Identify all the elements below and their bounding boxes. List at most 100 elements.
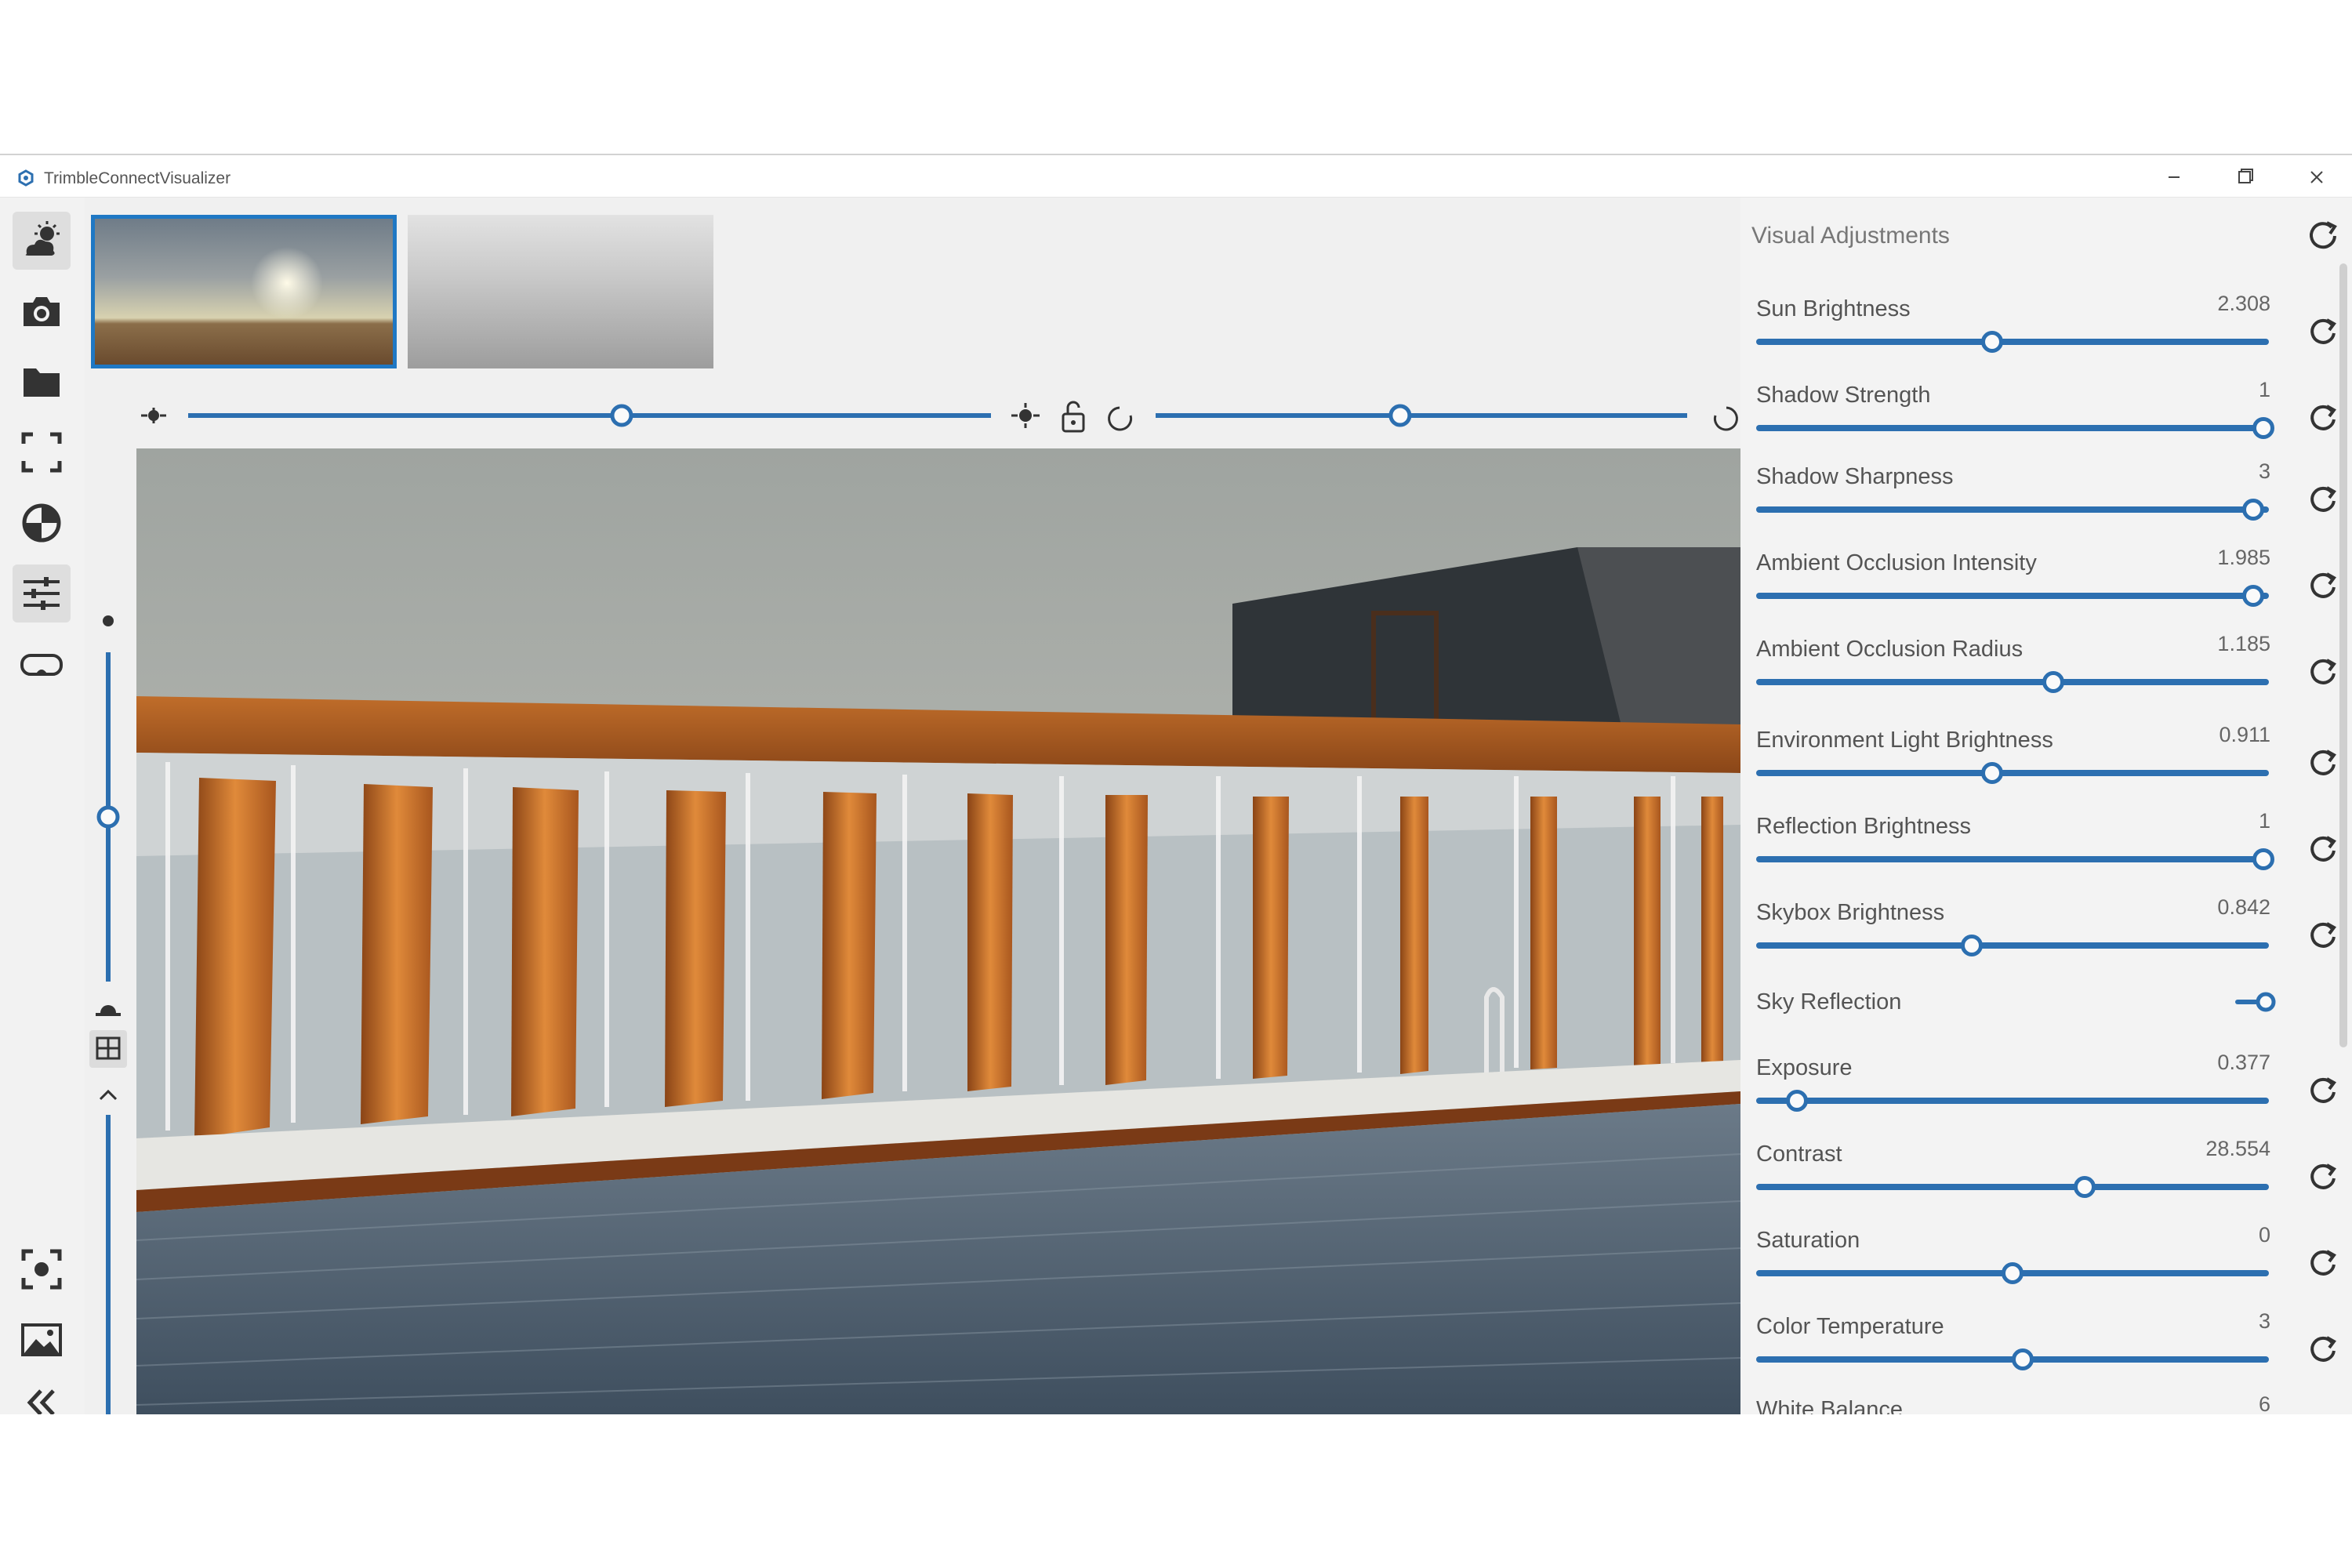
adjustment-contrast: Contrast 28.554 [1756,1137,2336,1220]
rotate-right-icon[interactable] [1713,406,1738,431]
contrast-icon [22,503,61,543]
adjustment-skybox-brightness: Skybox Brightness 0.842 [1756,895,2336,978]
reset-icon[interactable] [2305,919,2341,955]
lock-icon[interactable] [1062,401,1085,433]
adjustment-slider-track[interactable] [1756,856,2269,862]
adjustment-label: Environment Light Brightness [1756,728,2053,753]
sun-position-thumb[interactable] [610,404,633,427]
adjustments-tool-button[interactable] [13,564,71,622]
reset-icon[interactable] [2305,483,2341,519]
close-button[interactable] [2297,163,2336,191]
adjustment-slider-thumb[interactable] [1980,331,2003,353]
adjustment-slider-thumb[interactable] [2012,1348,2034,1370]
contrast-tool-button[interactable] [13,494,71,552]
image-icon [21,1323,62,1356]
panel-title: Visual Adjustments [1751,223,1950,249]
rotation-thumb[interactable] [1388,404,1412,427]
skybox-thumbnail-grey[interactable] [408,215,713,368]
adjustment-value: 6 [2258,1392,2270,1414]
reset-icon[interactable] [2305,655,2341,691]
adjustment-sun-brightness: Sun Brightness 2.308 [1756,292,2336,375]
3d-viewport[interactable] [136,448,1740,1414]
adjustment-value: 0.842 [2217,895,2270,919]
maximize-button[interactable] [2225,163,2264,191]
focus-tool-button[interactable] [13,1240,71,1298]
reset-icon[interactable] [2305,569,2341,605]
grid-view-button[interactable] [89,1030,127,1068]
adjustment-slider-track[interactable] [1756,339,2269,345]
adjustment-label: Saturation [1756,1228,1860,1253]
adjustment-slider-thumb[interactable] [2252,848,2275,870]
adjustment-label: Ambient Occlusion Radius [1756,637,2024,662]
skybox-thumbnail-sunny[interactable] [91,215,397,368]
vr-tool-button[interactable] [13,635,71,693]
adjustment-label: Shadow Strength [1756,383,1931,408]
adjustment-ambient-occlusion-radius: Ambient Occlusion Radius 1.185 [1756,632,2336,715]
adjustment-slider-thumb[interactable] [1786,1090,1809,1112]
reset-icon[interactable] [2305,401,2341,437]
adjustment-ambient-occlusion-intensity: Ambient Occlusion Intensity 1.985 [1756,546,2336,629]
camera-icon [24,297,60,326]
collapse-toolbar-button[interactable] [13,1374,71,1414]
sun-left-icon [141,408,166,423]
folder-icon [24,368,60,397]
adjustment-slider-thumb[interactable] [1980,762,2003,784]
adjustment-slider-track[interactable] [1756,1098,2269,1104]
sun-height-thumb[interactable] [96,805,120,829]
adjustment-slider-track[interactable] [1756,942,2269,949]
adjustment-label: Shadow Sharpness [1756,464,1954,489]
adjustment-slider-track[interactable] [1756,593,2269,599]
adjustment-label: Sky Reflection [1756,989,1902,1014]
fullscreen-tool-button[interactable] [13,423,71,481]
reset-icon[interactable] [2305,1074,2341,1110]
adjustment-slider-thumb[interactable] [2073,1176,2096,1198]
adjustment-slider-track[interactable] [1756,506,2269,513]
sun-glow [251,247,323,319]
adjustment-slider-thumb[interactable] [2252,417,2275,439]
reset-icon[interactable] [2305,1333,2341,1369]
reset-icon[interactable] [2305,833,2341,869]
sky-reflection-toggle[interactable] [2234,991,2277,1013]
building-render [136,448,1740,1414]
adjustment-value: 0 [2258,1223,2270,1247]
adjustment-slider-track[interactable] [1756,425,2269,431]
chevron-up-icon[interactable] [99,1089,118,1101]
sliders-icon [24,577,60,610]
adjustment-saturation: Saturation 0 [1756,1223,2336,1306]
adjustment-value: 3 [2258,1309,2270,1333]
app-logo-icon [18,169,34,187]
camera-tool-button[interactable] [13,282,71,340]
folder-tool-button[interactable] [13,353,71,411]
title-bar: TrimbleConnectVisualizer [0,155,2352,198]
left-toolbar [0,198,85,1414]
adjustment-value: 0.911 [2219,723,2270,746]
image-tool-button[interactable] [13,1311,71,1369]
adjustment-color-temperature: Color Temperature 3 [1756,1309,2336,1392]
reset-icon[interactable] [2305,1247,2341,1283]
adjustment-slider-thumb[interactable] [2242,499,2265,521]
reset-icon[interactable] [2305,1160,2341,1196]
adjustment-exposure: Exposure 0.377 [1756,1051,2336,1134]
adjustment-slider-thumb[interactable] [2042,671,2065,693]
reset-icon[interactable] [2305,746,2341,782]
adjustment-shadow-strength: Shadow Strength 1 [1756,378,2336,461]
adjustment-slider-track[interactable] [1756,770,2269,776]
adjustment-slider-thumb[interactable] [2002,1262,2024,1284]
rotate-left-icon[interactable] [1108,406,1133,431]
adjustment-label: Reflection Brightness [1756,814,1972,839]
adjustment-white-balance: White Balance 6 [1756,1392,2274,1414]
reset-all-button[interactable] [2303,216,2343,256]
minimize-button[interactable] [2154,163,2194,191]
adjustment-slider-track[interactable] [1756,1184,2269,1190]
adjustment-label: Exposure [1756,1055,1853,1080]
adjustment-value: 1.185 [2217,632,2270,655]
weather-tool-button[interactable] [13,212,71,270]
adjustment-slider-thumb[interactable] [2242,585,2265,607]
adjustment-label: Color Temperature [1756,1314,1944,1339]
sunset-icon [96,1005,121,1016]
adjustment-slider-thumb[interactable] [1960,935,1983,956]
adjustment-value: 3 [2258,459,2270,483]
adjustment-slider-track[interactable] [1756,679,2269,685]
reset-icon[interactable] [2305,315,2341,351]
adjustment-label: Ambient Occlusion Intensity [1756,550,2037,575]
